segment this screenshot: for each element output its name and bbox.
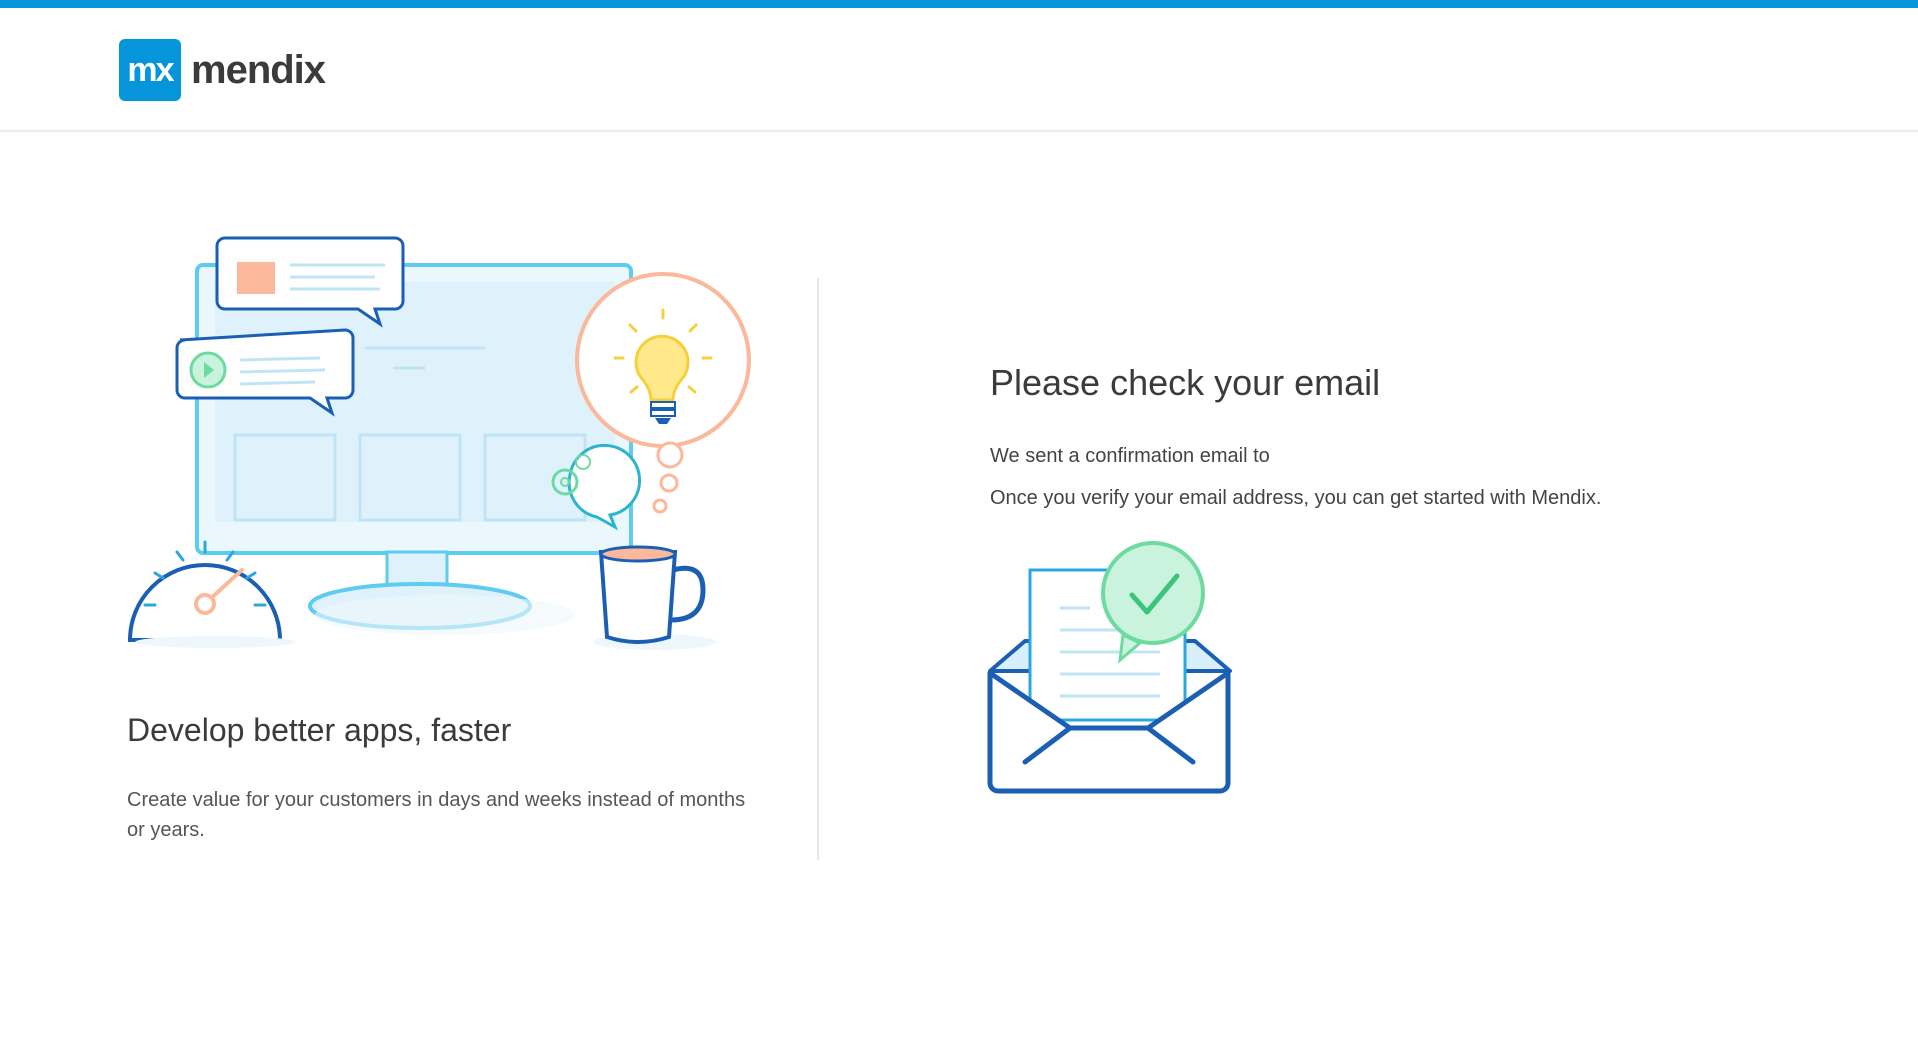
- confirmation-sent-text: We sent a confirmation email to: [990, 445, 1270, 467]
- developer-workspace-illustration: [127, 236, 751, 650]
- page-title: Please check your email: [990, 362, 1381, 403]
- left-description: Create value for your customers in days …: [127, 789, 746, 841]
- logo-mark: mx: [119, 39, 181, 101]
- logo-wordmark: mendix: [191, 47, 326, 92]
- verify-instructions-text: Once you verify your email address, you …: [990, 487, 1602, 509]
- mendix-logo[interactable]: mx mendix: [119, 39, 326, 101]
- top-accent-bar: [0, 0, 1918, 8]
- header: mx mendix: [0, 8, 1918, 132]
- envelope-check-icon: [987, 541, 1232, 794]
- vertical-divider: [817, 278, 819, 860]
- left-title: Develop better apps, faster: [127, 712, 512, 748]
